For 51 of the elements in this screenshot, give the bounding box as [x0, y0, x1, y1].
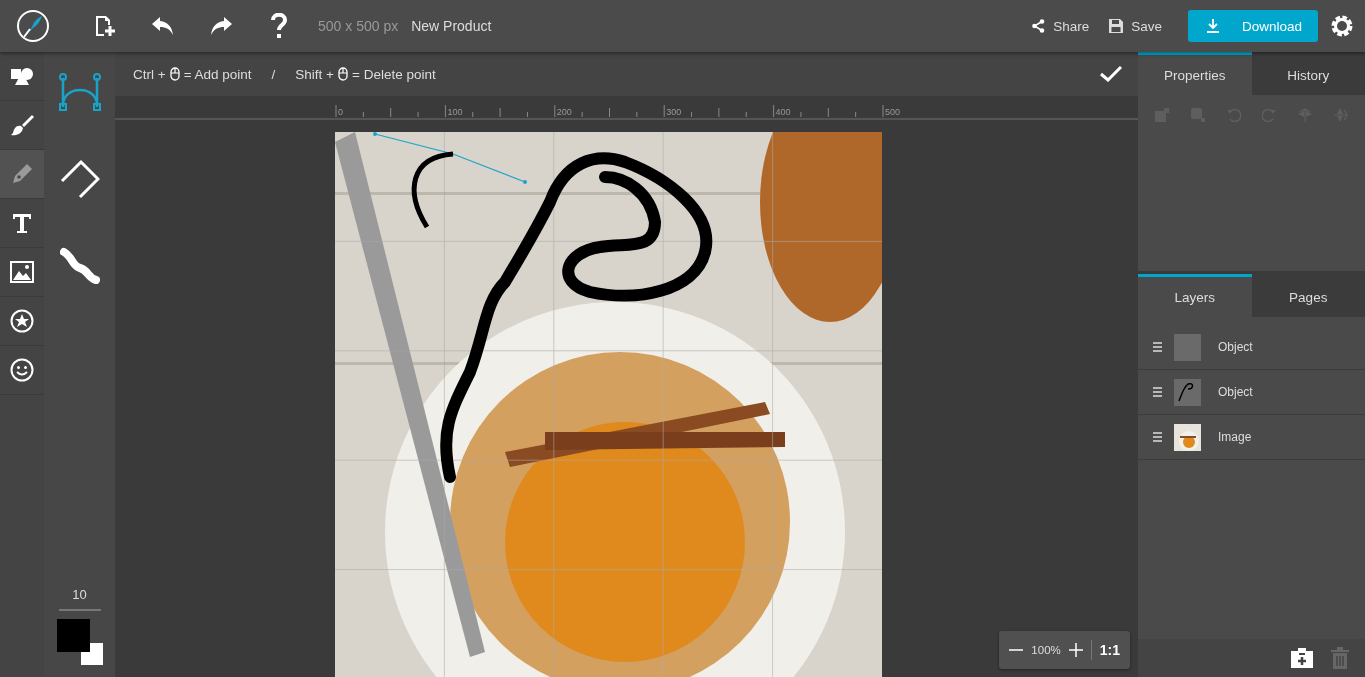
text-icon	[11, 212, 33, 234]
mouse-icon	[169, 67, 180, 81]
checkmark-icon[interactable]	[1100, 66, 1122, 82]
bezier-curve-icon	[58, 73, 101, 111]
share-button[interactable]: Share	[1032, 18, 1090, 34]
add-folder-button[interactable]	[1291, 648, 1313, 668]
freehand-line-icon	[59, 246, 100, 286]
drag-handle-icon[interactable]	[1153, 342, 1162, 352]
star-badge-icon	[10, 309, 34, 333]
layer-thumbnail	[1174, 423, 1201, 451]
brush-size[interactable]: 10	[58, 587, 101, 611]
hint-separator: /	[271, 66, 276, 82]
layer-name[interactable]: Object	[1218, 340, 1253, 354]
smiley-icon	[10, 358, 34, 382]
document-title[interactable]: New Product	[411, 18, 492, 34]
download-icon	[1206, 19, 1220, 33]
zoom-level: 100%	[1031, 644, 1061, 656]
panel-tab[interactable]: Pages	[1251, 274, 1365, 317]
polyline-icon	[59, 159, 100, 199]
pen-icon	[10, 162, 34, 186]
help-icon	[270, 13, 288, 39]
brush-icon	[10, 113, 34, 137]
hint-action: = Add point	[183, 66, 252, 82]
color-swatches-drawing[interactable]	[56, 619, 103, 665]
redo-icon	[209, 16, 233, 36]
plus-icon	[1068, 643, 1083, 657]
hint-modifier: Shift +	[295, 66, 334, 82]
new-document-icon	[93, 14, 117, 38]
layer-thumbnail	[1174, 333, 1201, 361]
folder-plus-icon	[1291, 648, 1313, 668]
image-icon	[10, 261, 34, 283]
mouse-icon	[338, 67, 348, 81]
logo-icon	[16, 9, 50, 43]
drag-handle-icon[interactable]	[1153, 387, 1162, 397]
ruler: 0 100 200 300 400 500	[335, 96, 905, 118]
shapes-icon	[10, 66, 34, 86]
zoom-in-button[interactable]	[1066, 641, 1085, 659]
document-size: 500 x 500 px	[318, 18, 399, 34]
trash-icon	[1331, 647, 1349, 669]
settings-icon[interactable]	[1330, 14, 1354, 38]
hint-modifier: Ctrl +	[133, 66, 166, 82]
layer-name[interactable]: Image	[1218, 430, 1252, 444]
actual-size-button[interactable]: 1:1	[1090, 640, 1122, 660]
hint-action: = Delete point	[352, 66, 436, 82]
panel-tab[interactable]: History	[1251, 52, 1365, 95]
undo-icon	[151, 16, 175, 36]
save-button[interactable]: Save	[1109, 18, 1162, 34]
share-icon	[1032, 19, 1046, 33]
drag-handle-icon[interactable]	[1153, 432, 1162, 442]
layer-name[interactable]: Object	[1218, 385, 1253, 399]
bezier-handle[interactable]	[373, 132, 527, 229]
